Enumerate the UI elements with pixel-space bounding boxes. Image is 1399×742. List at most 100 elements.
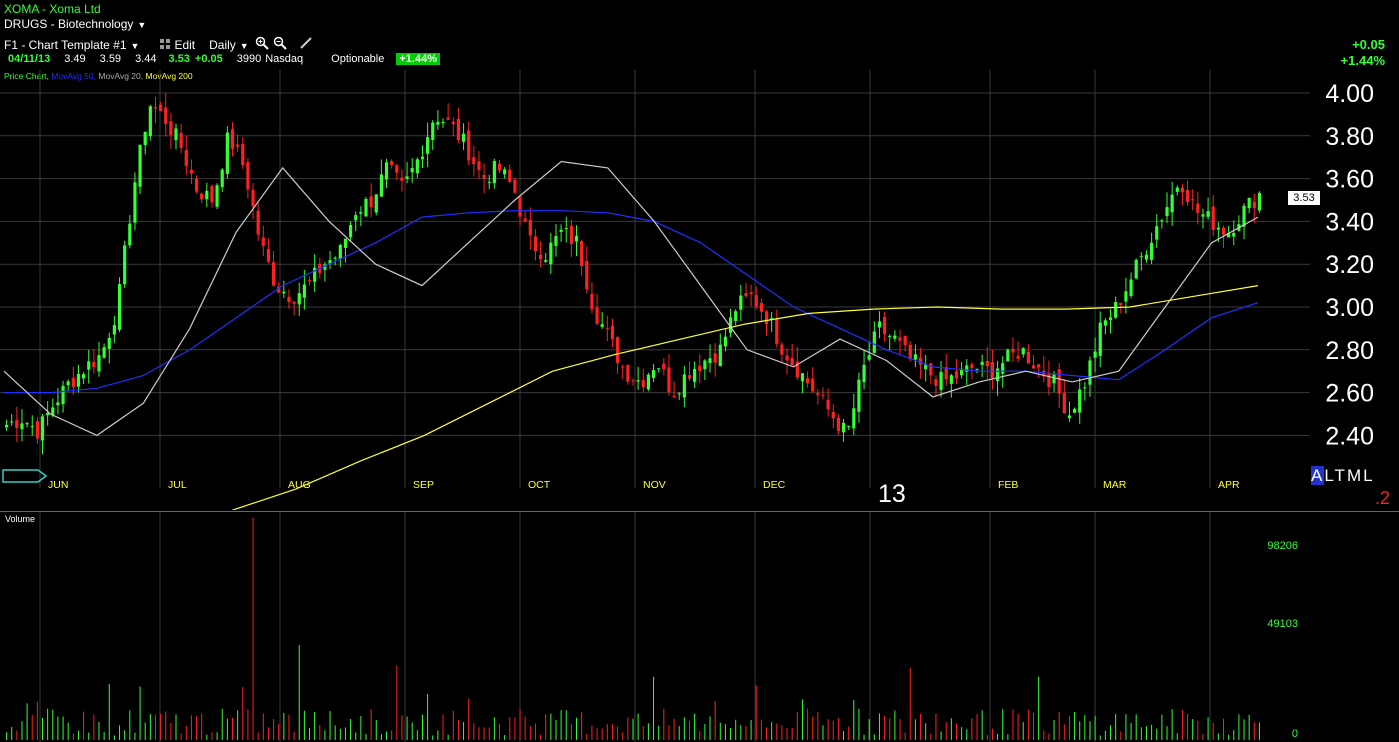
candle-body (35, 421, 39, 439)
candle-body (975, 368, 979, 370)
candle-body (682, 374, 686, 398)
candle-body (436, 121, 440, 125)
candle-body (1160, 220, 1164, 222)
price-chart[interactable]: 4.00 3.80 3.60 3.40 3.20 3.00 2.80 2.60 2.40 JUN… (0, 70, 1399, 510)
candle-body (1006, 349, 1010, 362)
candle-body (734, 311, 738, 321)
template-selector[interactable]: F1 - Chart Template #1 ▼ (4, 38, 139, 52)
candle-body (898, 337, 902, 341)
candle-body (164, 107, 168, 124)
price-axis: 4.00 3.80 3.60 3.40 3.20 3.00 2.80 2.60 2.40 (1325, 80, 1374, 450)
candle-body (384, 162, 389, 180)
candle-body (1001, 363, 1005, 374)
candle-body (780, 344, 784, 355)
candle-body (954, 371, 959, 379)
candle-body (40, 416, 45, 441)
candle-body (426, 137, 430, 154)
candle-body (271, 262, 276, 286)
candle-body (600, 324, 604, 327)
period-l2-button[interactable]: L (1363, 466, 1374, 485)
candle-body (559, 229, 563, 232)
draw-line-button[interactable] (299, 36, 313, 53)
month-label: AUG (288, 479, 311, 491)
candle-body (1165, 207, 1169, 217)
candle-body (1211, 206, 1215, 230)
candle-body (472, 157, 476, 165)
candle-body (461, 133, 466, 142)
candle-body (631, 380, 635, 382)
candle-body (194, 178, 199, 192)
candle-body (744, 292, 748, 297)
interval-selector[interactable]: Daily ▼ (209, 38, 249, 52)
change-pct: +1.44% (1340, 53, 1385, 68)
candle-body (883, 316, 887, 334)
candle-body (651, 370, 656, 379)
candle-body (667, 367, 671, 393)
sector-selector[interactable]: DRUGS - Biotechnology ▼ (4, 17, 146, 31)
zoom-in-button[interactable] (255, 36, 269, 53)
volume-tick-label: 0 (1292, 728, 1298, 740)
candle-body (220, 169, 224, 188)
candle-body (816, 393, 820, 396)
zoom-out-button[interactable] (273, 36, 287, 53)
edit-button[interactable]: Edit (159, 38, 195, 52)
price-tick-label: 3.20 (1325, 251, 1374, 279)
candle-body (1180, 187, 1185, 193)
candle-body (754, 295, 758, 307)
candle-body (626, 364, 630, 382)
pct-change-badge: +1.44% (396, 53, 440, 65)
candle-body (764, 311, 769, 325)
candle-body (939, 372, 943, 390)
candle-body (590, 294, 594, 310)
candle-body (934, 379, 938, 386)
candle-body (246, 162, 250, 190)
candle-body (395, 165, 399, 173)
candle-body (76, 373, 81, 387)
candle-body (1216, 227, 1220, 230)
candle-body (456, 118, 461, 141)
period-l-button[interactable]: L (1324, 466, 1334, 485)
month-label: DEC (763, 479, 786, 491)
template-label: F1 - Chart Template #1 (4, 37, 127, 52)
candle-body (1031, 365, 1036, 369)
candle-body (662, 363, 666, 370)
candle-body (1129, 279, 1133, 296)
candle-body (30, 426, 34, 428)
candle-body (677, 393, 681, 395)
quote-bar: 04/11/13 3.49 3.59 3.44 3.53 +0.05 3990 … (8, 53, 440, 65)
candle-body (821, 394, 825, 396)
candle-body (805, 378, 810, 384)
candle-body (1067, 415, 1072, 419)
candle-body (297, 293, 301, 305)
candle-body (1144, 254, 1149, 260)
volume-chart[interactable]: 98206 49103 0 (0, 512, 1399, 742)
candle-body (708, 358, 712, 363)
period-t-button[interactable]: T (1335, 466, 1347, 485)
interval-label: Daily (209, 37, 236, 52)
month-label: FEB (998, 479, 1018, 491)
candle-body (287, 296, 291, 303)
candle-body (739, 295, 743, 310)
quote-change: +0.05 (194, 53, 223, 65)
candle-body (1170, 194, 1174, 213)
candle-body (657, 368, 661, 370)
month-label: NOV (643, 479, 666, 491)
period-a-button[interactable]: A (1311, 466, 1325, 485)
candle-body (112, 325, 116, 335)
candle-body (1155, 226, 1159, 240)
candle-body (1037, 364, 1041, 368)
price-tick-label: 2.40 (1325, 422, 1374, 450)
candle-body (585, 260, 589, 290)
candle-body (292, 301, 296, 304)
sector-label: DRUGS - Biotechnology (4, 17, 134, 31)
candle-body (117, 284, 122, 330)
period-m-button[interactable]: M (1347, 466, 1363, 485)
candle-body (92, 361, 96, 368)
candle-body (1150, 242, 1154, 261)
candle-body (1175, 187, 1179, 192)
candle-body (595, 307, 599, 324)
pencil-icon (300, 37, 312, 49)
candle-body (1206, 211, 1210, 217)
candle-body (189, 169, 194, 174)
candle-body (133, 182, 137, 223)
